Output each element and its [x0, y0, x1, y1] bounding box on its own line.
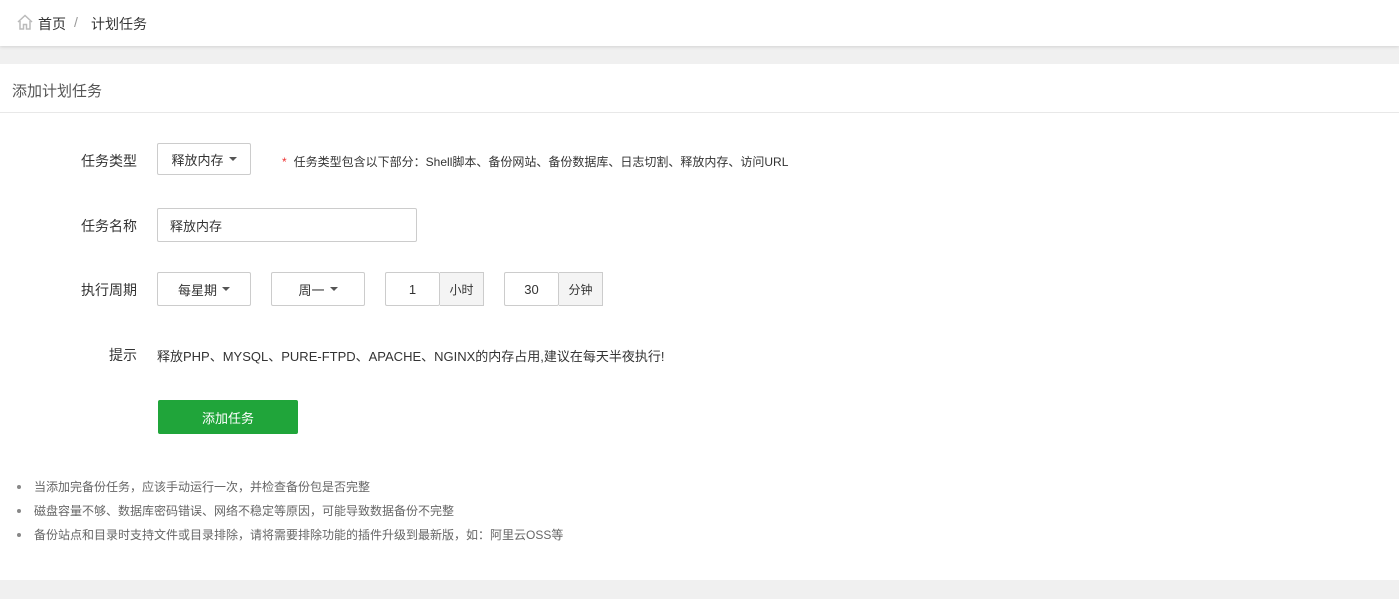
chevron-down-icon	[228, 157, 237, 161]
panel-title: 添加计划任务	[12, 83, 103, 100]
breadcrumb-current: 计划任务	[91, 16, 147, 32]
add-task-button[interactable]: 添加任务	[158, 400, 298, 434]
list-item: 磁盘容量不够、数据库密码错误、网络不稳定等原因，可能导致数据备份不完整	[16, 500, 563, 524]
breadcrumb: 首页 / 计划任务	[0, 0, 1399, 46]
task-type-value: 释放内存	[171, 152, 224, 168]
notes-list: 当添加完备份任务，应该手动运行一次，并检查备份包是否完整 磁盘容量不够、数据库密…	[16, 476, 563, 548]
task-type-hint: * 任务类型包含以下部分：Shell脚本、备份网站、备份数据库、日志切割、释放内存…	[282, 153, 788, 170]
schedule-period-dropdown[interactable]: 每星期	[157, 272, 251, 306]
chevron-down-icon	[222, 287, 230, 291]
breadcrumb-home-link[interactable]: 首页	[38, 14, 66, 34]
hour-unit-addon: 小时	[440, 272, 484, 306]
list-item: 备份站点和目录时支持文件或目录排除，请将需要排除功能的插件升级到最新版，如：阿里…	[16, 524, 563, 548]
home-icon[interactable]	[16, 13, 34, 31]
chevron-down-icon	[329, 287, 338, 291]
task-type-dropdown[interactable]: 释放内存	[157, 143, 251, 175]
tip-text: 释放PHP、MYSQL、PURE-FTPD、APACHE、NGINX的内存占用,…	[157, 349, 665, 364]
breadcrumb-separator: /	[74, 14, 78, 30]
add-task-panel: 添加计划任务 任务类型 释放内存 * 任务类型包含以下部分：Shell脚本、备份网…	[0, 64, 1399, 580]
schedule-period-value: 每星期	[177, 282, 217, 298]
required-star: *	[282, 155, 287, 169]
schedule-weekday-dropdown[interactable]: 周一	[271, 272, 365, 306]
task-type-label: 任务类型	[81, 153, 137, 169]
schedule-weekday-value: 周一	[298, 282, 325, 298]
schedule-minute-input[interactable]	[504, 272, 559, 306]
schedule-label: 执行周期	[81, 282, 137, 298]
minute-unit-addon: 分钟	[559, 272, 603, 306]
task-type-hint-text: 任务类型包含以下部分：Shell脚本、备份网站、备份数据库、日志切割、释放内存、…	[293, 155, 789, 169]
task-name-label: 任务名称	[81, 218, 137, 234]
panel-divider	[0, 112, 1399, 113]
task-name-input[interactable]	[157, 208, 417, 242]
schedule-hour-input[interactable]	[385, 272, 440, 306]
list-item: 当添加完备份任务，应该手动运行一次，并检查备份包是否完整	[16, 476, 563, 500]
tip-label: 提示	[109, 347, 137, 363]
